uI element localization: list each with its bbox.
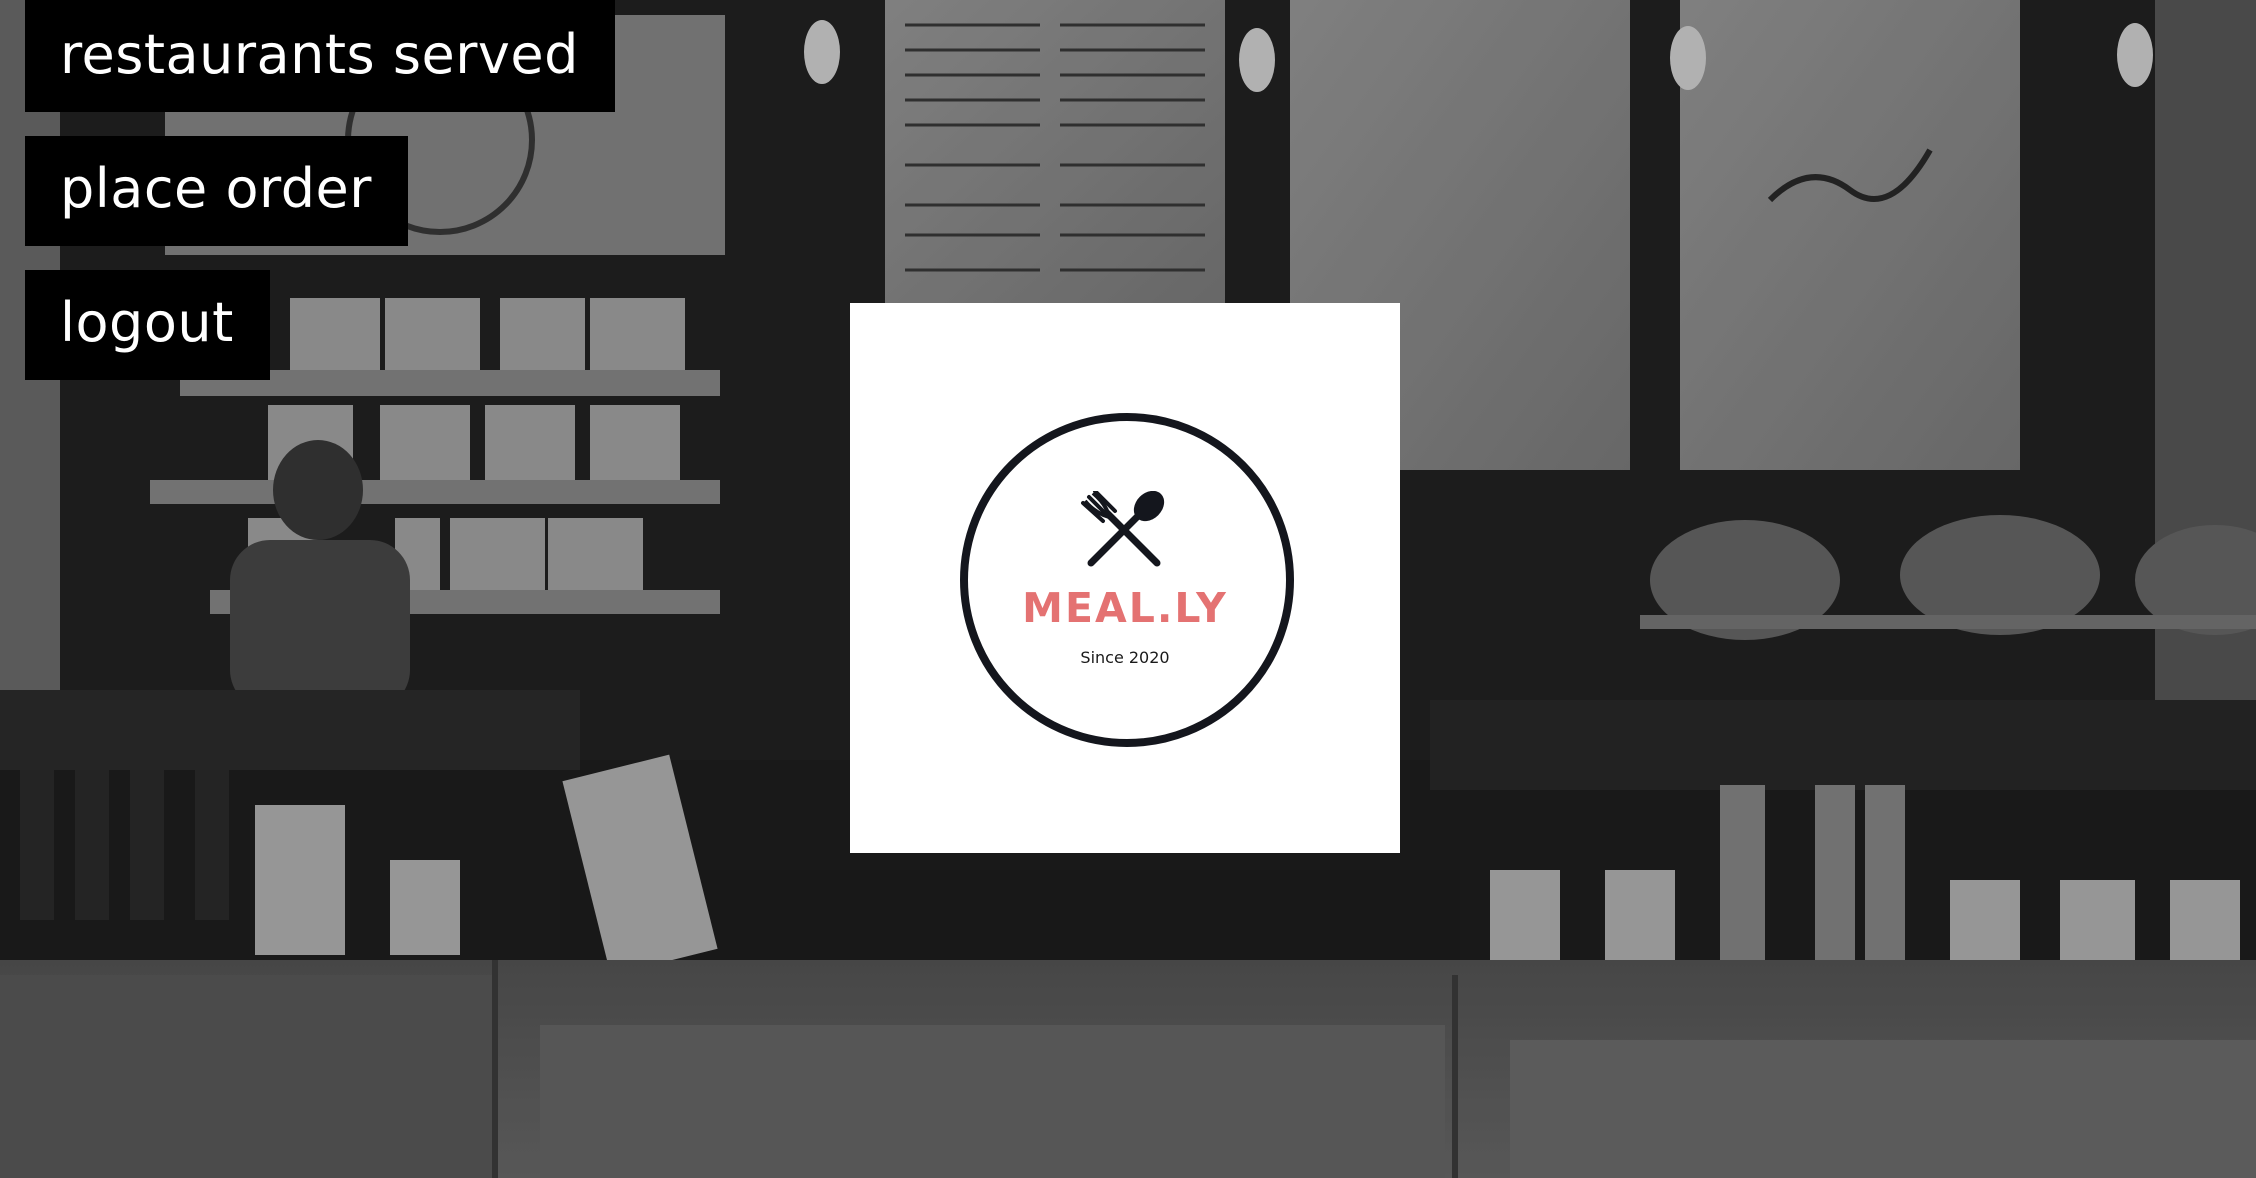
fork-spoon-crossed-icon [1081,491,1165,567]
nav-menu: restaurants served place order logout [25,0,615,380]
logout-button[interactable]: logout [25,270,270,380]
landing-page: restaurants served place order logout ME… [0,0,2256,1178]
restaurants-served-button[interactable]: restaurants served [25,0,615,112]
logo-ring [960,413,1294,747]
place-order-button[interactable]: place order [25,136,408,246]
brand-name: MEAL.LY [1022,584,1228,632]
brand-tagline: Since 2020 [1080,648,1170,667]
logo-card: MEAL.LY Since 2020 [850,303,1400,853]
